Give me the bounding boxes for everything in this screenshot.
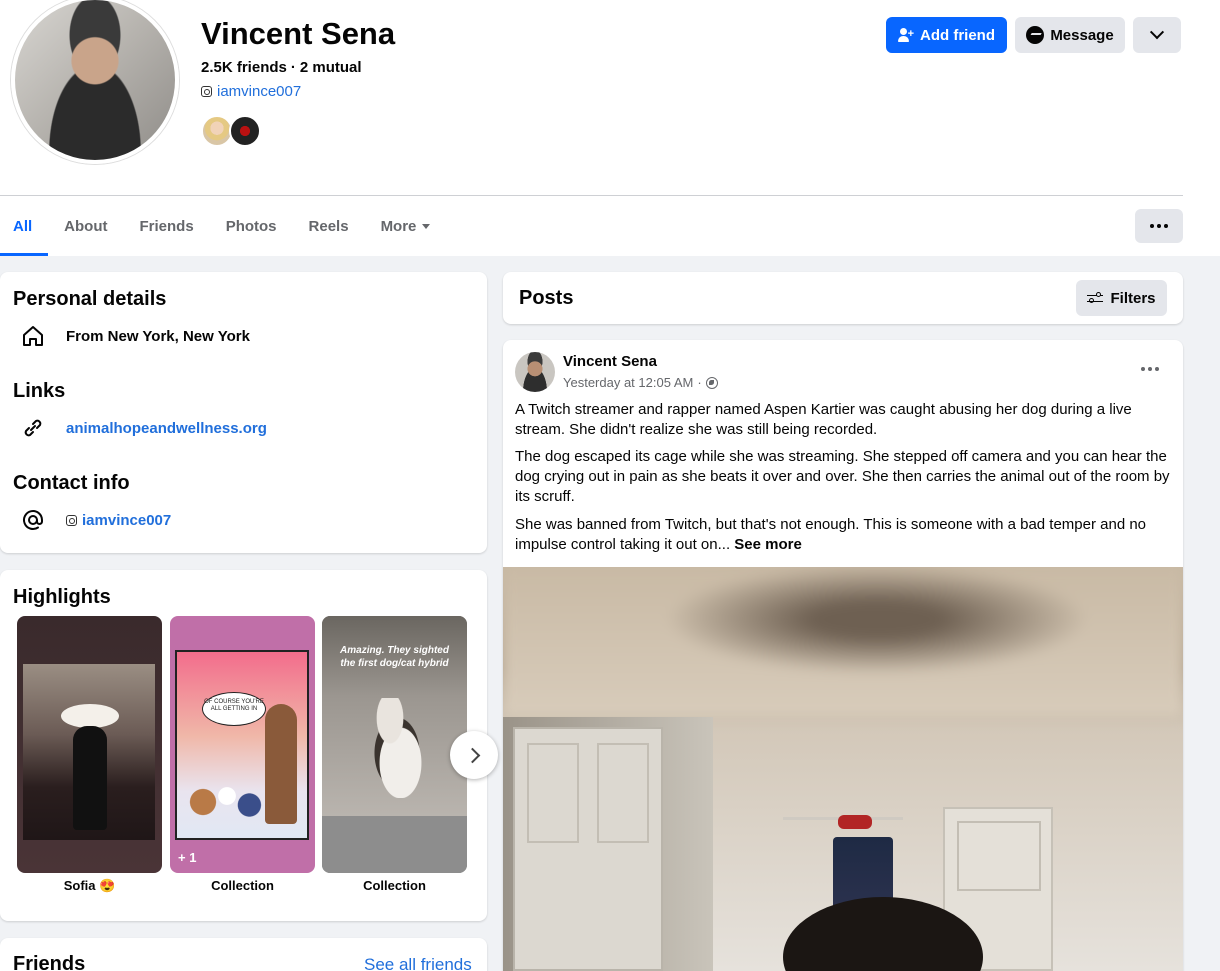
speech-bubble: OF COURSE YOU'RE ALL GETTING IN [202,692,266,726]
profile-options-dropdown[interactable] [1133,17,1181,53]
dog-shape [362,698,432,798]
post-author-name[interactable]: Vincent Sena [563,353,657,370]
instagram-link[interactable]: iamvince007 [201,83,301,100]
tab-reels[interactable]: Reels [293,196,365,256]
messenger-icon [1026,26,1045,44]
separator-dot: · [290,59,296,76]
filters-label: Filters [1110,289,1156,307]
profile-name: Vincent Sena [201,16,396,51]
tab-more[interactable]: More [365,196,447,256]
highlight-label: Collection [363,878,426,893]
blurred-ceiling [503,567,1183,717]
post-paragraph-text: She was banned from Twitch, but that's n… [515,516,1147,553]
contact-instagram-link[interactable]: iamvince007 [66,512,171,529]
contact-info-title: Contact info [13,472,130,494]
friends-count-text[interactable]: 2.5K friends [201,59,287,76]
highlight-story-collection-2[interactable]: Amazing. They sighted the first dog/cat … [322,616,467,873]
tab-label: Reels [308,217,349,235]
website-row: animalhopeandwellness.org [20,415,267,441]
add-friend-button[interactable]: + Add friend [886,17,1007,53]
message-button[interactable]: Message [1015,17,1125,53]
post-paragraph-last: She was banned from Twitch, but that's n… [515,515,1170,555]
post-options-button[interactable] [1141,367,1159,371]
highlight-story-sofia[interactable] [17,616,162,873]
dot [1141,367,1145,371]
add-friend-label: Add friend [920,26,995,44]
post-paragraph: A Twitch streamer and rapper named Aspen… [515,401,1132,438]
separator-dot: · [697,375,702,390]
profile-avatar[interactable] [11,0,179,164]
from-text: From New York, New York [66,327,250,345]
see-all-friends-link[interactable]: See all friends [364,955,472,971]
highlight-footer [322,816,467,873]
post-time-text[interactable]: Yesterday at 12:05 AM [563,375,693,390]
highlight-image [23,664,155,840]
tab-label: About [64,217,108,235]
globe-icon [705,376,718,389]
red-item [838,815,872,829]
dot [1150,224,1154,228]
highlights-title: Highlights [13,586,111,608]
filters-button[interactable]: Filters [1076,280,1167,316]
dogs-shape [187,772,267,832]
door-shape [513,727,663,971]
mutual-count-text[interactable]: 2 mutual [300,59,362,76]
dot [1155,367,1159,371]
highlight-caption: Amazing. They sighted the first dog/cat … [340,645,449,669]
tab-friends[interactable]: Friends [124,196,210,256]
contact-instagram-handle[interactable]: iamvince007 [82,512,171,529]
instagram-icon [66,514,77,526]
highlights-next-button[interactable] [450,731,498,779]
dot [1164,224,1168,228]
tab-all[interactable]: All [0,196,49,256]
figure-shape [265,704,297,824]
instagram-handle[interactable]: iamvince007 [217,83,301,100]
more-options-button[interactable] [1135,209,1183,243]
instagram-icon [201,86,212,97]
profile-tabs: All About Friends Photos Reels More [0,196,446,256]
tab-label: Friends [139,217,194,235]
see-more-link[interactable]: See more [734,536,802,553]
highlight-label: Sofia 😍 [63,878,116,893]
at-sign-icon [20,507,46,533]
highlight-image: Amazing. They sighted the first dog/cat … [322,616,467,816]
personal-details-title: Personal details [13,288,167,310]
add-person-icon: + [898,28,914,42]
contact-row: iamvince007 [20,507,171,533]
mutual-friend-avatars[interactable] [201,115,261,147]
filter-sliders-icon [1087,291,1104,305]
posts-title: Posts [519,287,574,309]
from-row: From New York, New York [20,323,250,349]
tab-photos[interactable]: Photos [210,196,293,256]
highlight-image: OF COURSE YOU'RE ALL GETTING IN [175,650,309,840]
post-video-thumbnail[interactable] [503,567,1183,971]
chevron-down-icon [1149,25,1165,40]
post-paragraph: The dog escaped its cage while she was s… [515,448,1170,505]
hat-shape [61,704,119,728]
tab-label: More [380,217,417,235]
highlight-count-badge: + 1 [178,850,197,865]
tab-about[interactable]: About [48,196,123,256]
mutual-friend-avatar[interactable] [229,115,261,147]
dot [1157,224,1161,228]
link-icon [20,415,46,441]
friend-count[interactable]: 2.5K friends · 2 mutual [201,59,362,76]
tab-label: All [13,217,33,235]
highlight-story-collection-1[interactable]: OF COURSE YOU'RE ALL GETTING IN + 1 [170,616,315,873]
figure-shape [73,726,107,830]
post-timestamp: Yesterday at 12:05 AM · [563,375,718,390]
home-icon [20,323,46,349]
dot [1148,367,1152,371]
highlight-label: Collection [211,878,274,893]
links-title: Links [13,380,66,402]
friends-title: Friends [13,953,86,971]
website-link[interactable]: animalhopeandwellness.org [66,420,267,437]
tab-label: Photos [225,217,277,235]
message-label: Message [1050,26,1114,44]
chevron-right-icon [464,747,480,763]
caret-down-icon [422,223,431,229]
post-author-avatar[interactable] [515,352,555,392]
